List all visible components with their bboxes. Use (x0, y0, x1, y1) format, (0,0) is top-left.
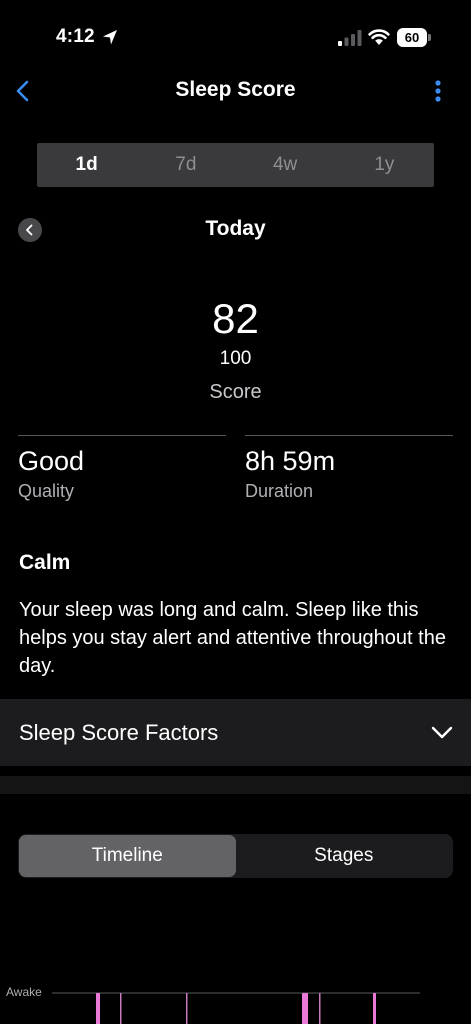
tab-timeline[interactable]: Timeline (19, 835, 236, 877)
timeline-svg (52, 992, 420, 1024)
view-toggle: Timeline Stages (18, 834, 453, 878)
insight-title: Calm (19, 551, 71, 574)
duration-value: 8h 59m (245, 446, 336, 476)
battery-icon: 60 (397, 28, 431, 47)
section-divider (0, 776, 471, 794)
tab-stages[interactable]: Stages (236, 835, 453, 877)
quality-caption: Quality (18, 481, 75, 501)
sleep-score-screen: 4:12 60 Sleep Score 1d 7d 4w 1y Today 82… (0, 0, 471, 1024)
battery-cap (428, 34, 431, 41)
status-time: 4:12 (56, 26, 95, 47)
factors-label: Sleep Score Factors (19, 720, 219, 745)
duration-caption: Duration (245, 481, 314, 501)
range-tabs: 1d 7d 4w 1y (37, 143, 434, 187)
cell-signal-icon (338, 30, 362, 46)
status-bar: 4:12 60 (0, 0, 471, 74)
location-arrow-icon (103, 30, 117, 45)
tab-1y[interactable]: 1y (335, 143, 434, 187)
tab-1d[interactable]: 1d (37, 143, 136, 187)
battery-level: 60 (397, 28, 427, 47)
wake-marker (120, 993, 122, 1024)
awake-segment (373, 993, 376, 1024)
sleep-timeline-chart: Awake (0, 975, 471, 1024)
awake-segment (302, 993, 308, 1024)
quality-stat: Good Quality (18, 435, 226, 502)
vertical-ellipsis-icon[interactable] (428, 78, 448, 106)
sleep-score-factors-row[interactable]: Sleep Score Factors (0, 699, 471, 766)
wake-marker (186, 993, 188, 1024)
duration-stat: 8h 59m Duration (245, 435, 453, 502)
score-max: 100 (219, 348, 252, 369)
insight-body: Your sleep was long and calm. Sleep like… (19, 599, 446, 677)
date-label: Today (205, 217, 266, 240)
score-value: 82 (212, 295, 259, 342)
page-title: Sleep Score (175, 78, 296, 101)
wifi-icon (368, 29, 390, 45)
awake-segment (96, 993, 100, 1024)
tab-7d[interactable]: 7d (136, 143, 235, 187)
chevron-down-icon (431, 726, 453, 739)
tab-4w[interactable]: 4w (236, 143, 335, 187)
wake-marker (319, 993, 321, 1024)
score-label: Score (209, 381, 262, 403)
quality-value: Good (18, 446, 85, 476)
